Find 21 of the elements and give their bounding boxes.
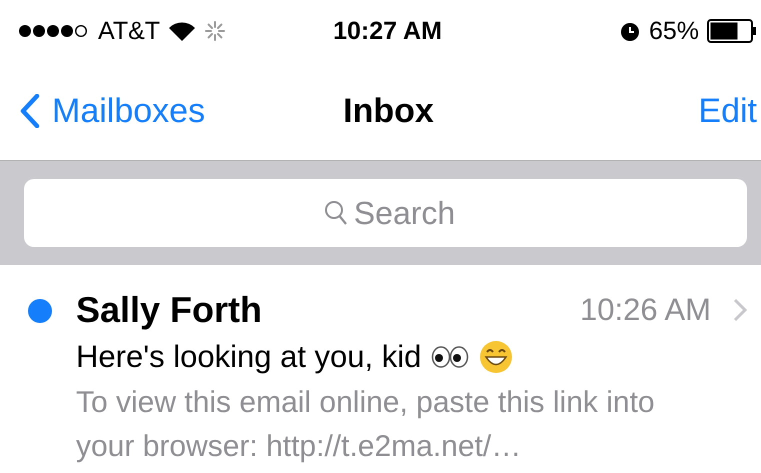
message-time: 10:26 AM (580, 292, 711, 328)
chevron-right-icon (733, 298, 747, 322)
back-button[interactable]: Mailboxes (20, 92, 206, 130)
smiling-face-icon (479, 340, 514, 374)
battery-icon (707, 19, 757, 43)
sender-name: Sally Forth (76, 289, 264, 331)
preview-text: To view this email online, paste this link into your browser: http://t.e2ma.net/… (76, 385, 656, 465)
search-field[interactable]: Search (24, 179, 747, 247)
clock-time: 10:27 AM (333, 16, 442, 46)
signal-icon (18, 23, 90, 39)
carrier-name: AT&T (98, 16, 160, 46)
subject-text: Here's looking at you, kid (76, 339, 422, 375)
alarm-clock-icon (618, 20, 641, 42)
eyes-icon (431, 345, 470, 369)
nav-title: Inbox (343, 92, 434, 130)
battery-percent: 65% (648, 16, 699, 46)
wifi-icon (168, 20, 196, 42)
spinner-icon (204, 20, 226, 42)
search-icon (324, 200, 348, 226)
edit-button[interactable]: Edit (698, 92, 757, 130)
chevron-left-icon (20, 94, 40, 128)
